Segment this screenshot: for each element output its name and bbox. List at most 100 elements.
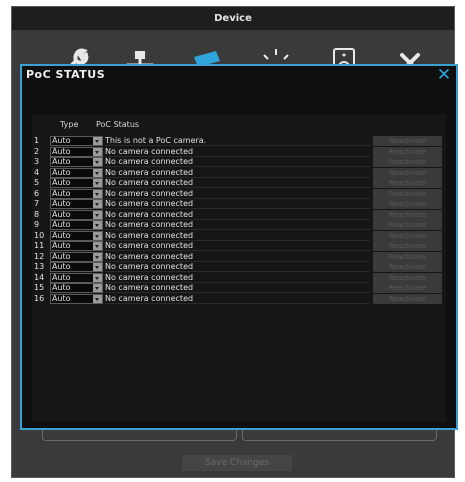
type-select[interactable]: Auto bbox=[50, 199, 103, 209]
type-select[interactable]: Auto bbox=[50, 283, 103, 293]
type-select[interactable]: Auto bbox=[50, 188, 103, 199]
row-number: 14 bbox=[34, 272, 45, 282]
poc-status-text: No camera connected bbox=[105, 231, 370, 241]
row-number: 8 bbox=[34, 209, 40, 219]
dialog-header: PoC STATUS ✕ bbox=[22, 66, 456, 86]
column-header-status: PoC Status bbox=[96, 120, 140, 129]
chevron-down-icon[interactable] bbox=[93, 179, 102, 187]
type-select[interactable]: Auto bbox=[50, 230, 103, 241]
poc-status-text: No camera connected bbox=[105, 157, 370, 167]
row-number: 11 bbox=[34, 241, 45, 250]
type-select-value: Auto bbox=[52, 293, 71, 303]
chevron-down-icon[interactable] bbox=[93, 200, 102, 208]
type-select-value: Auto bbox=[52, 251, 71, 261]
table-header: Type PoC Status bbox=[32, 120, 446, 132]
reactivate-button[interactable]: Reactivate bbox=[373, 220, 442, 230]
poc-status-text: No camera connected bbox=[105, 262, 370, 272]
type-select[interactable]: Auto bbox=[50, 220, 103, 230]
type-select[interactable]: Auto bbox=[50, 272, 103, 283]
table-row: 3 Auto No camera connected Reactivate bbox=[32, 157, 446, 167]
reactivate-button[interactable]: Reactivate bbox=[373, 188, 442, 199]
poc-status-text: No camera connected bbox=[105, 252, 370, 262]
save-changes-button[interactable]: Save Changes bbox=[182, 455, 292, 471]
poc-status-text: No camera connected bbox=[105, 147, 370, 157]
type-select-value: Auto bbox=[52, 262, 71, 271]
chevron-down-icon[interactable] bbox=[93, 168, 102, 177]
type-select[interactable]: Auto bbox=[50, 167, 103, 178]
chevron-down-icon[interactable] bbox=[93, 284, 102, 292]
table-row: 1 Auto This is not a PoC camera. Reactivate bbox=[32, 136, 446, 146]
type-select-value: Auto bbox=[52, 220, 71, 229]
table-row: 14 Auto No camera connected Reactivate bbox=[32, 272, 446, 283]
type-select[interactable]: Auto bbox=[50, 209, 103, 220]
chevron-down-icon[interactable] bbox=[93, 221, 102, 229]
poc-status-text: No camera connected bbox=[105, 189, 370, 199]
reactivate-button[interactable]: Reactivate bbox=[373, 293, 442, 304]
chevron-down-icon[interactable] bbox=[93, 242, 102, 250]
row-number: 10 bbox=[34, 230, 45, 240]
reactivate-button[interactable]: Reactivate bbox=[373, 178, 442, 188]
reactivate-button[interactable]: Reactivate bbox=[373, 283, 442, 293]
type-select-value: Auto bbox=[52, 199, 71, 208]
reactivate-button[interactable]: Reactivate bbox=[373, 167, 442, 178]
row-number: 15 bbox=[34, 283, 45, 292]
type-select-value: Auto bbox=[52, 241, 71, 250]
dialog-title: PoC STATUS bbox=[26, 68, 106, 81]
chevron-down-icon[interactable] bbox=[93, 137, 102, 145]
type-select-value: Auto bbox=[52, 283, 71, 292]
row-number: 9 bbox=[34, 220, 40, 229]
poc-status-text: No camera connected bbox=[105, 168, 370, 178]
reactivate-button[interactable]: Reactivate bbox=[373, 157, 442, 167]
reactivate-button[interactable]: Reactivate bbox=[373, 272, 442, 283]
row-number: 3 bbox=[34, 157, 40, 166]
type-select[interactable]: Auto bbox=[50, 178, 103, 188]
reactivate-button[interactable]: Reactivate bbox=[373, 251, 442, 262]
chevron-down-icon[interactable] bbox=[93, 210, 102, 219]
type-select-value: Auto bbox=[52, 188, 71, 198]
reactivate-button[interactable]: Reactivate bbox=[373, 230, 442, 241]
table-row: 10 Auto No camera connected Reactivate bbox=[32, 230, 446, 241]
row-number: 6 bbox=[34, 188, 40, 198]
table-row: 16 Auto No camera connected Reactivate bbox=[32, 293, 446, 304]
table-row: 13 Auto No camera connected Reactivate bbox=[32, 262, 446, 272]
type-select-value: Auto bbox=[52, 272, 71, 282]
chevron-down-icon[interactable] bbox=[93, 158, 102, 166]
chevron-down-icon[interactable] bbox=[93, 147, 102, 156]
type-select[interactable]: Auto bbox=[50, 251, 103, 262]
chevron-down-icon[interactable] bbox=[93, 263, 102, 271]
row-number: 16 bbox=[34, 293, 45, 303]
window-title: Device bbox=[12, 7, 454, 30]
type-select[interactable]: Auto bbox=[50, 157, 103, 167]
chevron-down-icon[interactable] bbox=[93, 231, 102, 240]
type-select-value: Auto bbox=[52, 230, 71, 240]
type-select-value: Auto bbox=[52, 146, 71, 156]
reactivate-button[interactable]: Reactivate bbox=[373, 146, 442, 157]
reactivate-button[interactable]: Reactivate bbox=[373, 241, 442, 251]
reactivate-button[interactable]: Reactivate bbox=[373, 199, 442, 209]
chevron-down-icon[interactable] bbox=[93, 273, 102, 282]
type-select[interactable]: Auto bbox=[50, 136, 103, 146]
reactivate-button[interactable]: Reactivate bbox=[373, 136, 442, 146]
chevron-down-icon[interactable] bbox=[93, 189, 102, 198]
reactivate-button[interactable]: Reactivate bbox=[373, 262, 442, 272]
type-select[interactable]: Auto bbox=[50, 241, 103, 251]
type-select-value: Auto bbox=[52, 167, 71, 177]
chevron-down-icon[interactable] bbox=[93, 294, 102, 303]
close-icon[interactable]: ✕ bbox=[436, 66, 452, 84]
row-number: 7 bbox=[34, 199, 40, 208]
table-row: 4 Auto No camera connected Reactivate bbox=[32, 167, 446, 178]
reactivate-button[interactable]: Reactivate bbox=[373, 209, 442, 220]
row-number: 2 bbox=[34, 146, 40, 156]
table-row: 2 Auto No camera connected Reactivate bbox=[32, 146, 446, 157]
type-select-value: Auto bbox=[52, 157, 71, 166]
table-row: 15 Auto No camera connected Reactivate bbox=[32, 283, 446, 293]
type-select[interactable]: Auto bbox=[50, 262, 103, 272]
row-number: 12 bbox=[34, 251, 45, 261]
table-row: 9 Auto No camera connected Reactivate bbox=[32, 220, 446, 230]
row-number: 4 bbox=[34, 167, 40, 177]
poc-status-table: Type PoC Status 1 Auto This is not a PoC c… bbox=[32, 114, 446, 422]
type-select[interactable]: Auto bbox=[50, 293, 103, 304]
type-select[interactable]: Auto bbox=[50, 146, 103, 157]
table-row: 8 Auto No camera connected Reactivate bbox=[32, 209, 446, 220]
chevron-down-icon[interactable] bbox=[93, 252, 102, 261]
